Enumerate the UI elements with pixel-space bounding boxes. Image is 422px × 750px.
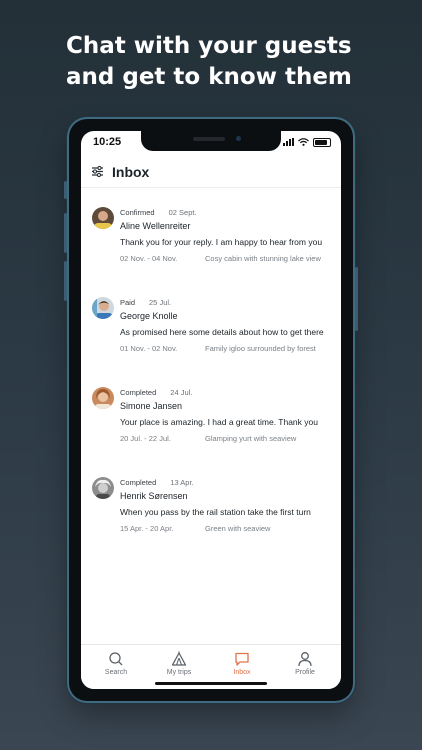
battery-icon [313,137,331,147]
tab-search[interactable]: Search [84,651,148,676]
guest-name: Henrik Sørensen [120,491,188,501]
app-screen: 10:25 Inbox Confirmed 02 Sept. Aline Wel… [81,131,341,689]
stay-dates: 02 Nov. - 04 Nov. [120,254,178,263]
booking-status: Paid 25 Jul. [120,298,172,307]
tab-my-trips[interactable]: My trips [147,651,211,676]
promo-line-2: and get to know them [66,64,352,90]
promo-line-1: Chat with your guests [66,33,352,59]
avatar [92,477,114,499]
tent-icon [171,651,187,666]
message-preview: When you pass by the rail station take t… [120,507,311,517]
avatar [92,387,114,409]
phone-frame: 10:25 Inbox Confirmed 02 Sept. Aline Wel… [64,119,358,701]
message-preview: As promised here some details about how … [120,327,324,337]
inbox-title: Inbox [112,164,150,180]
bottom-tab-bar: Search My trips Inbox Profile [81,644,341,689]
home-indicator [155,682,267,685]
message-preview: Your place is amazing. I had a great tim… [120,417,318,427]
phone-volume-down [64,261,67,301]
message-date: 25 Jul. [149,298,172,307]
phone-side-button [64,181,67,199]
promo-headline: Chat with your guests and get to know th… [66,31,386,93]
inbox-header: Inbox [81,159,341,188]
status-icons [283,137,331,147]
phone-volume-up [64,213,67,253]
booking-status: Completed 13 Apr. [120,478,194,487]
stay-dates: 20 Jul. - 22 Jul. [120,434,171,443]
listing-name: Cosy cabin with stunning lake view [205,254,321,263]
tab-label: Search [104,669,128,676]
booking-status: Completed 24 Jul. [120,388,193,397]
phone-notch [141,131,281,151]
signal-icon [283,138,294,146]
message-date: 24 Jul. [170,388,193,397]
message-preview: Thank you for your reply. I am happy to … [120,237,323,247]
conversation-item[interactable]: Completed 13 Apr. Henrik Sørensen When yo… [81,477,341,543]
guest-name: George Knolle [120,311,178,321]
message-date: 02 Sept. [168,208,197,217]
tab-label: Inbox [233,669,251,676]
guest-name: Aline Wellenreiter [120,221,191,231]
search-icon [109,652,123,666]
message-date: 13 Apr. [170,478,194,487]
status-time: 10:25 [93,136,122,148]
stay-dates: 15 Apr. - 20 Apr. [120,524,174,533]
avatar [92,207,114,229]
tab-label: My trips [166,669,192,676]
conversation-item[interactable]: Paid 25 Jul. George Knolle As promised he… [81,297,341,363]
tab-profile[interactable]: Profile [273,651,337,676]
chat-icon [235,652,249,666]
listing-name: Green with seaview [205,524,271,533]
wifi-icon [298,138,309,146]
listing-name: Family igloo surrounded by forest [205,344,316,353]
conversation-item[interactable]: Completed 24 Jul. Simone Jansen Your plac… [81,387,341,453]
conversation-item[interactable]: Confirmed 02 Sept. Aline Wellenreiter Tha… [81,207,341,273]
tab-inbox[interactable]: Inbox [210,651,274,676]
guest-name: Simone Jansen [120,401,183,411]
phone-power-button [355,267,358,331]
stay-dates: 01 Nov. - 02 Nov. [120,344,178,353]
booking-status: Confirmed 02 Sept. [120,208,197,217]
profile-icon [298,652,312,667]
avatar [92,297,114,319]
tab-label: Profile [295,669,315,676]
filter-icon[interactable] [91,165,104,178]
listing-name: Glamping yurt with seaview [205,434,297,443]
